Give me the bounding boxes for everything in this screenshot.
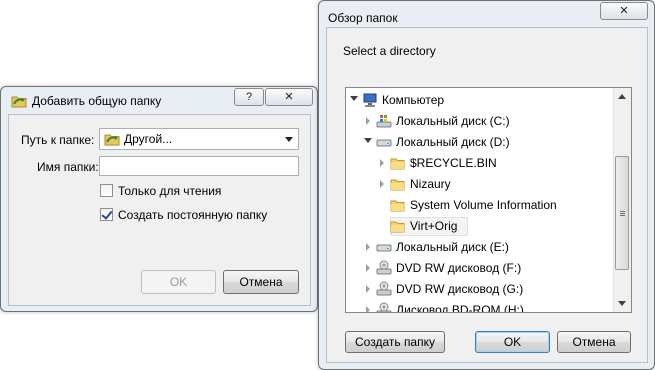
path-combobox[interactable]: Другой... — [99, 128, 299, 150]
permanent-checkbox[interactable] — [100, 208, 113, 221]
tree-item[interactable]: $RECYCLE.BIN — [346, 153, 614, 173]
title-bar[interactable]: Добавить общую папку ? ✕ — [1, 87, 317, 113]
tree-item-label: Nizaury — [410, 177, 451, 191]
collapsed-arrow-icon[interactable] — [366, 285, 370, 293]
windows-drive-icon — [376, 113, 392, 129]
help-button[interactable]: ? — [234, 88, 264, 106]
folder-tree[interactable]: Компьютер Локальный диск (C:) Локальный ди… — [345, 87, 632, 313]
grip-line — [620, 211, 625, 212]
close-button[interactable]: ✕ — [600, 2, 648, 20]
close-button[interactable]: ✕ — [265, 88, 313, 106]
collapsed-arrow-icon[interactable] — [380, 159, 384, 167]
collapsed-arrow-icon[interactable] — [366, 243, 370, 251]
readonly-label[interactable]: Только для чтения — [118, 184, 221, 198]
tree-item-label: Дисковод BD-ROM (H:) — [396, 303, 524, 313]
dvd-drive-icon — [376, 302, 392, 312]
grip-line — [620, 213, 625, 214]
dvd-drive-icon — [376, 260, 392, 276]
add-shared-folder-dialog: Добавить общую папку ? ✕ Путь к папке: Д… — [0, 86, 318, 312]
folder-name-input[interactable] — [99, 156, 299, 176]
tree-item-label: Компьютер — [382, 93, 445, 107]
tree-item[interactable]: Компьютер — [346, 90, 614, 110]
tree-item[interactable]: Локальный диск (C:) — [346, 111, 614, 131]
collapsed-arrow-icon[interactable] — [366, 264, 370, 272]
shared-folder-icon — [11, 94, 27, 108]
folder-icon — [390, 176, 406, 192]
expanded-arrow-icon[interactable] — [350, 96, 358, 101]
scroll-down-icon[interactable] — [618, 301, 626, 306]
dialog-title: Добавить общую папку — [32, 94, 162, 108]
dialog-body: Путь к папке: Другой... Имя папки: Тольк… — [8, 114, 311, 306]
tree-item-label: Локальный диск (E:) — [396, 240, 509, 254]
tree-item-label: Локальный диск (C:) — [396, 114, 510, 128]
collapsed-arrow-icon[interactable] — [380, 180, 384, 188]
title-bar[interactable]: Обзор папок ✕ — [319, 1, 654, 27]
folder-icon — [390, 197, 406, 213]
folder-icon — [390, 155, 406, 171]
scroll-up-icon[interactable] — [618, 94, 626, 99]
prompt-text: Select a directory — [343, 44, 436, 58]
hard-drive-icon — [376, 134, 392, 150]
expanded-arrow-icon[interactable] — [364, 138, 372, 143]
checkmark-icon — [101, 208, 113, 220]
tree-item[interactable]: Локальный диск (E:) — [346, 237, 614, 257]
dialog-title: Обзор папок — [328, 11, 398, 25]
tree-item[interactable]: Nizaury — [346, 174, 614, 194]
folder-icon — [104, 132, 120, 149]
path-label: Путь к папке: — [21, 133, 95, 147]
name-label: Имя папки: — [37, 160, 99, 174]
tree-item[interactable]: Дисковод BD-ROM (H:) — [346, 300, 614, 313]
collapsed-arrow-icon[interactable] — [366, 117, 370, 125]
close-icon: ✕ — [284, 91, 294, 103]
cancel-button[interactable]: Отмена — [557, 331, 631, 353]
tree-item-label: System Volume Information — [410, 198, 557, 212]
tree-item-label: DVD RW дисковод (G:) — [396, 282, 524, 296]
tree-item[interactable]: DVD RW дисковод (G:) — [346, 279, 614, 299]
tree-item[interactable]: System Volume Information — [346, 195, 614, 215]
tree-item[interactable]: Virt+Orig — [346, 216, 614, 236]
tree-item[interactable]: Локальный диск (D:) — [346, 132, 614, 152]
scroll-thumb[interactable] — [615, 156, 629, 270]
collapsed-arrow-icon[interactable] — [366, 306, 370, 312]
vertical-scrollbar[interactable] — [613, 88, 631, 312]
dvd-drive-icon — [376, 281, 392, 297]
cancel-button[interactable]: Отмена — [223, 270, 299, 294]
grip-line — [620, 215, 625, 216]
ok-button[interactable]: OK — [475, 331, 550, 353]
tree-item[interactable]: DVD RW дисковод (F:) — [346, 258, 614, 278]
tree-item-label: $RECYCLE.BIN — [410, 156, 497, 170]
browse-folders-dialog: Обзор папок ✕ Select a directory Компьют… — [318, 0, 655, 370]
tree-item-label: Локальный диск (D:) — [396, 135, 510, 149]
path-value: Другой... — [124, 132, 173, 146]
ok-button[interactable]: OK — [141, 270, 216, 294]
tree-item-label: Virt+Orig — [410, 219, 458, 233]
tree-item-label: DVD RW дисковод (F:) — [396, 261, 522, 275]
permanent-label[interactable]: Создать постоянную папку — [118, 208, 267, 222]
dialog-body: Select a directory Компьютер Локальный ди… — [326, 27, 648, 363]
computer-icon — [362, 92, 378, 108]
new-folder-button[interactable]: Создать папку — [345, 331, 445, 353]
readonly-checkbox[interactable] — [100, 184, 113, 197]
hard-drive-icon — [376, 239, 392, 255]
folder-icon — [390, 218, 406, 234]
close-icon: ✕ — [619, 5, 629, 17]
chevron-down-icon[interactable] — [285, 137, 293, 142]
